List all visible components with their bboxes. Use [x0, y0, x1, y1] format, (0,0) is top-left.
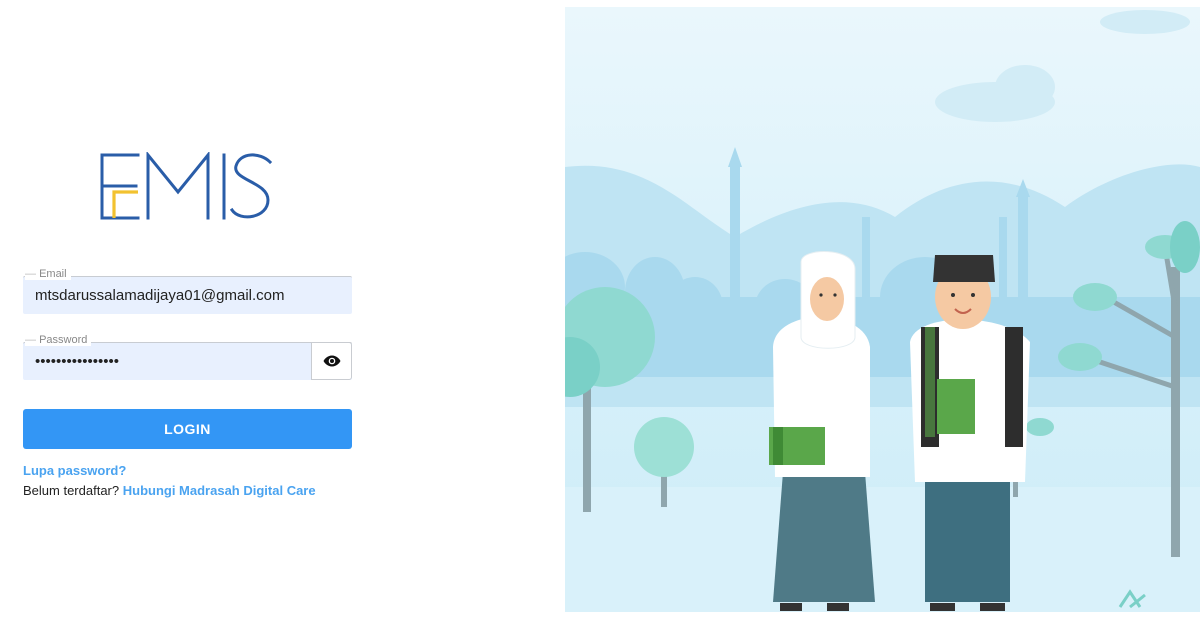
- email-label: Email: [25, 268, 71, 280]
- signup-line: Belum terdaftar? Hubungi Madrasah Digita…: [23, 483, 316, 498]
- eye-icon: [323, 355, 340, 367]
- toggle-password-visibility-button[interactable]: [311, 342, 352, 380]
- students-illustration: [565, 7, 1200, 612]
- emis-logo: [100, 152, 273, 220]
- password-field-group: Password: [23, 334, 352, 380]
- email-input[interactable]: [23, 276, 352, 314]
- login-button[interactable]: LOGIN: [23, 409, 352, 449]
- contact-digital-care-link[interactable]: Hubungi Madrasah Digital Care: [123, 483, 316, 498]
- password-input[interactable]: [23, 342, 311, 380]
- signup-prefix-text: Belum terdaftar?: [23, 483, 120, 498]
- email-field-group: Email: [23, 268, 352, 314]
- forgot-password-link[interactable]: Lupa password?: [23, 463, 126, 478]
- password-label: Password: [25, 334, 92, 346]
